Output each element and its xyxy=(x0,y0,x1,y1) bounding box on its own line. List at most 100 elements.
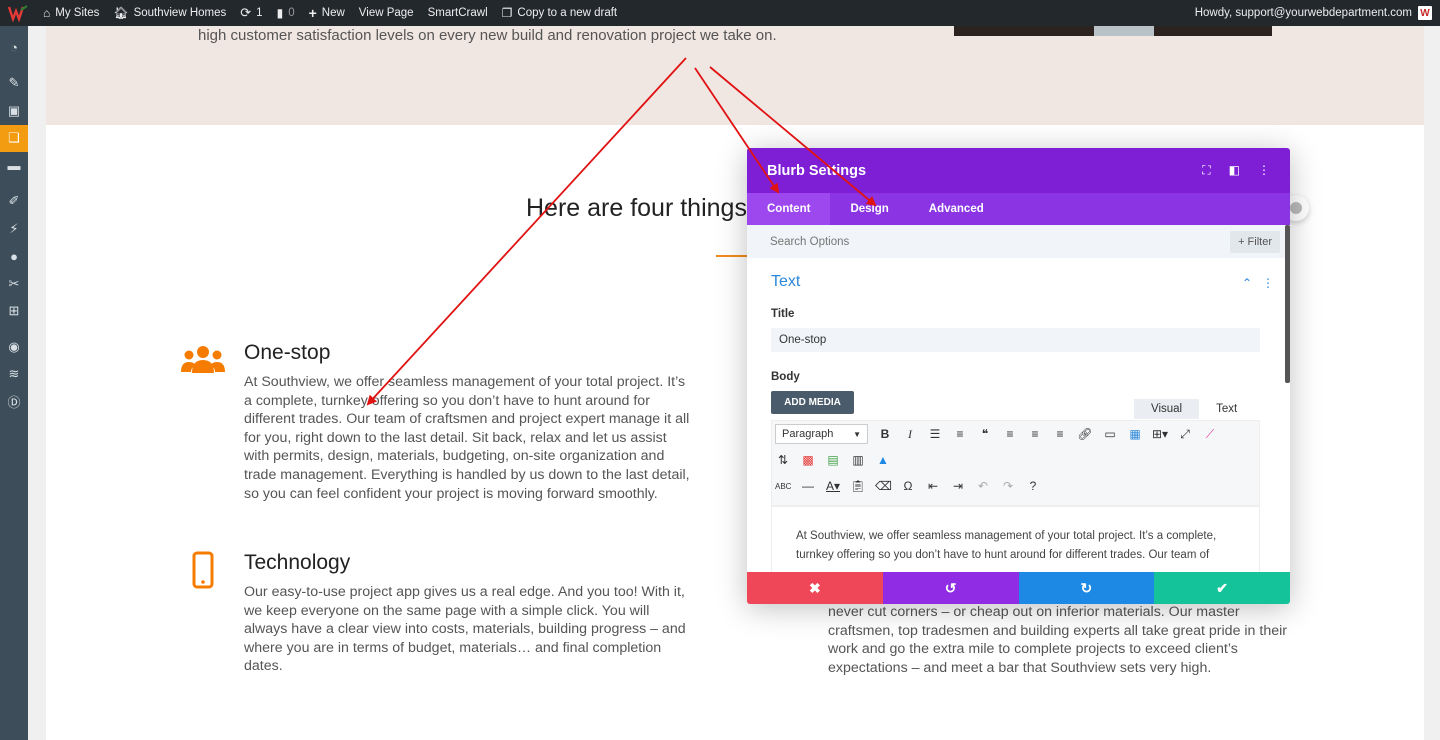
home-icon: 🏠︎ xyxy=(113,6,129,20)
fullscreen-icon[interactable]: ⛶ xyxy=(1202,163,1210,178)
admin-bar: ⌂ My Sites 🏠︎ Southview Homes ⟳ 1 ▮ 0 + … xyxy=(0,0,1440,26)
copy-icon: ❐ xyxy=(501,6,513,20)
updates-menu[interactable]: ⟳ 1 xyxy=(233,0,269,26)
arrows-icon[interactable]: ⇅ xyxy=(775,453,791,467)
admin-menu: ◔ ✎ ▣ ❏ ▬ ✐ ⚡︎ ● ✂ ⊞ ◉ ≋ Ⓓ xyxy=(0,26,28,740)
my-sites-icon: ⌂ xyxy=(43,6,51,20)
strikethrough-icon[interactable]: ABC xyxy=(775,482,791,491)
smartcrawl-icon[interactable]: ◉ xyxy=(0,333,28,361)
tab-text[interactable]: Text xyxy=(1199,399,1255,419)
users-icon[interactable]: ● xyxy=(0,243,28,271)
help-icon[interactable]: ? xyxy=(1025,479,1041,493)
redo-icon[interactable]: ↷ xyxy=(1000,479,1016,493)
heading-divider xyxy=(716,255,750,257)
add-media-button[interactable]: ADD MEDIA xyxy=(771,391,854,414)
format-select[interactable]: Paragraph ▼ xyxy=(775,424,868,444)
paste-text-icon[interactable]: 📋︎ xyxy=(850,479,866,493)
dashboard-icon[interactable]: ◔ xyxy=(0,34,28,62)
site-name-label: Southview Homes xyxy=(133,7,227,19)
tab-design[interactable]: Design xyxy=(830,193,908,225)
copy-draft-link[interactable]: ❐ Copy to a new draft xyxy=(495,0,625,26)
feature-body-partial: never cut corners – or cheap out on infe… xyxy=(828,604,1287,676)
my-sites-menu[interactable]: ⌂ My Sites xyxy=(36,0,106,26)
stack-icon[interactable]: ▥ xyxy=(850,453,866,467)
align-left-icon[interactable]: ≡ xyxy=(1002,427,1018,441)
layers-icon[interactable]: ▤ xyxy=(825,453,841,467)
view-page-label: View Page xyxy=(358,7,414,19)
modal-scrollbar[interactable] xyxy=(1285,225,1290,383)
numbered-list-icon[interactable]: ≡ xyxy=(952,427,968,441)
plus-icon: + xyxy=(308,5,317,21)
wp-logo-menu[interactable] xyxy=(0,0,36,26)
tools-icon[interactable]: ✂ xyxy=(0,270,28,298)
toolbar-toggle-icon[interactable]: ▦ xyxy=(1127,427,1143,441)
read-more-icon[interactable]: ▭ xyxy=(1102,427,1118,441)
pages-icon[interactable]: ❏ xyxy=(0,124,28,152)
filter-button[interactable]: + Filter xyxy=(1230,230,1280,253)
user-block-icon[interactable]: ▲ xyxy=(875,453,891,467)
hustle-icon[interactable]: ≋ xyxy=(0,361,28,389)
modal-tabs: Content Design Advanced xyxy=(747,193,1290,225)
blurb-settings-modal[interactable]: Blurb Settings ⛶ ◧ ⋮ Content Design Adva… xyxy=(747,148,1290,604)
howdy-label: Howdy, support@yourwebdepartment.com xyxy=(1194,7,1412,19)
tab-content[interactable]: Content xyxy=(747,193,831,225)
plugins-icon[interactable]: ⚡︎ xyxy=(0,215,28,243)
bold-icon[interactable]: B xyxy=(877,427,893,441)
group-more-icon[interactable]: ⋮ xyxy=(1262,276,1274,290)
site-name-menu[interactable]: 🏠︎ Southview Homes xyxy=(106,0,233,26)
outdent-icon[interactable]: ⇤ xyxy=(925,479,941,493)
view-page-link[interactable]: View Page xyxy=(352,0,421,26)
link-icon[interactable]: 🔗︎ xyxy=(1077,427,1093,441)
undo-button[interactable]: ↺ xyxy=(882,572,1019,604)
comments-menu[interactable]: ▮ 0 xyxy=(270,0,302,26)
format-select-value: Paragraph xyxy=(782,428,834,440)
align-right-icon[interactable]: ≡ xyxy=(1052,427,1068,441)
align-center-icon[interactable]: ≡ xyxy=(1027,427,1043,441)
indent-icon[interactable]: ⇥ xyxy=(950,479,966,493)
discard-button[interactable]: ✖ xyxy=(747,572,883,604)
bullet-list-icon[interactable]: ☰ xyxy=(927,427,943,441)
sidebar-layout-icon[interactable]: ◧ xyxy=(1229,163,1240,178)
hero-section: high customer satisfaction levels on eve… xyxy=(46,26,1424,125)
media-icon[interactable]: ▣ xyxy=(0,97,28,125)
site-logo-icon xyxy=(7,5,28,22)
settings-icon[interactable]: ⊞ xyxy=(0,298,28,326)
comments-icon[interactable]: ▬ xyxy=(0,152,28,180)
horizontal-line-icon[interactable]: — xyxy=(800,479,816,493)
search-options-input[interactable] xyxy=(770,235,1150,248)
modal-header[interactable]: Blurb Settings ⛶ ◧ ⋮ xyxy=(747,148,1290,193)
eraser-icon[interactable]: ⌫ xyxy=(875,479,892,493)
redo-icon: ↻ xyxy=(1080,579,1093,596)
feature-title: One-stop xyxy=(244,341,331,364)
text-color-icon[interactable]: A▾ xyxy=(825,479,841,493)
clear-format-icon[interactable]: ⟋ xyxy=(1202,427,1218,442)
editor-toolbar: Paragraph ▼ B I ☰ ≡ ❝ ≡ ≡ ≡ 🔗︎ ▭ ▦ ⊞▾ ⤢ … xyxy=(771,420,1260,506)
tab-visual[interactable]: Visual xyxy=(1134,399,1200,419)
mobile-icon xyxy=(192,551,214,589)
redo-button[interactable]: ↻ xyxy=(1018,572,1155,604)
search-row: + Filter xyxy=(747,225,1290,258)
tab-advanced[interactable]: Advanced xyxy=(909,193,1004,225)
italic-icon[interactable]: I xyxy=(902,427,918,442)
color-palette-icon[interactable]: ▩ xyxy=(800,453,816,467)
fullscreen-editor-icon[interactable]: ⤢ xyxy=(1177,427,1193,442)
title-field[interactable] xyxy=(771,328,1260,352)
updates-icon: ⟳ xyxy=(240,5,252,20)
text-group-title[interactable]: Text xyxy=(771,273,800,291)
modal-footer: ✖ ↺ ↻ ✔ xyxy=(747,572,1290,604)
smartcrawl-menu[interactable]: SmartCrawl xyxy=(421,0,495,26)
chevron-up-icon[interactable]: ⌃ xyxy=(1242,276,1252,290)
table-icon[interactable]: ⊞▾ xyxy=(1152,427,1168,441)
my-account-menu[interactable]: Howdy, support@yourwebdepartment.com W xyxy=(1195,6,1440,20)
blockquote-icon[interactable]: ❝ xyxy=(977,427,993,441)
more-options-icon[interactable]: ⋮ xyxy=(1258,163,1270,178)
comments-count: 0 xyxy=(288,7,295,19)
new-content-menu[interactable]: + New xyxy=(302,0,352,26)
divi-icon[interactable]: Ⓓ xyxy=(0,388,28,416)
appearance-icon[interactable]: ✐ xyxy=(0,188,28,216)
posts-pin-icon[interactable]: ✎ xyxy=(0,70,28,98)
special-character-icon[interactable]: Ω xyxy=(900,479,916,493)
undo-icon[interactable]: ↶ xyxy=(975,479,991,493)
save-button[interactable]: ✔ xyxy=(1154,572,1290,604)
editor-body[interactable]: At Southview, we offer seamless manageme… xyxy=(771,506,1260,576)
